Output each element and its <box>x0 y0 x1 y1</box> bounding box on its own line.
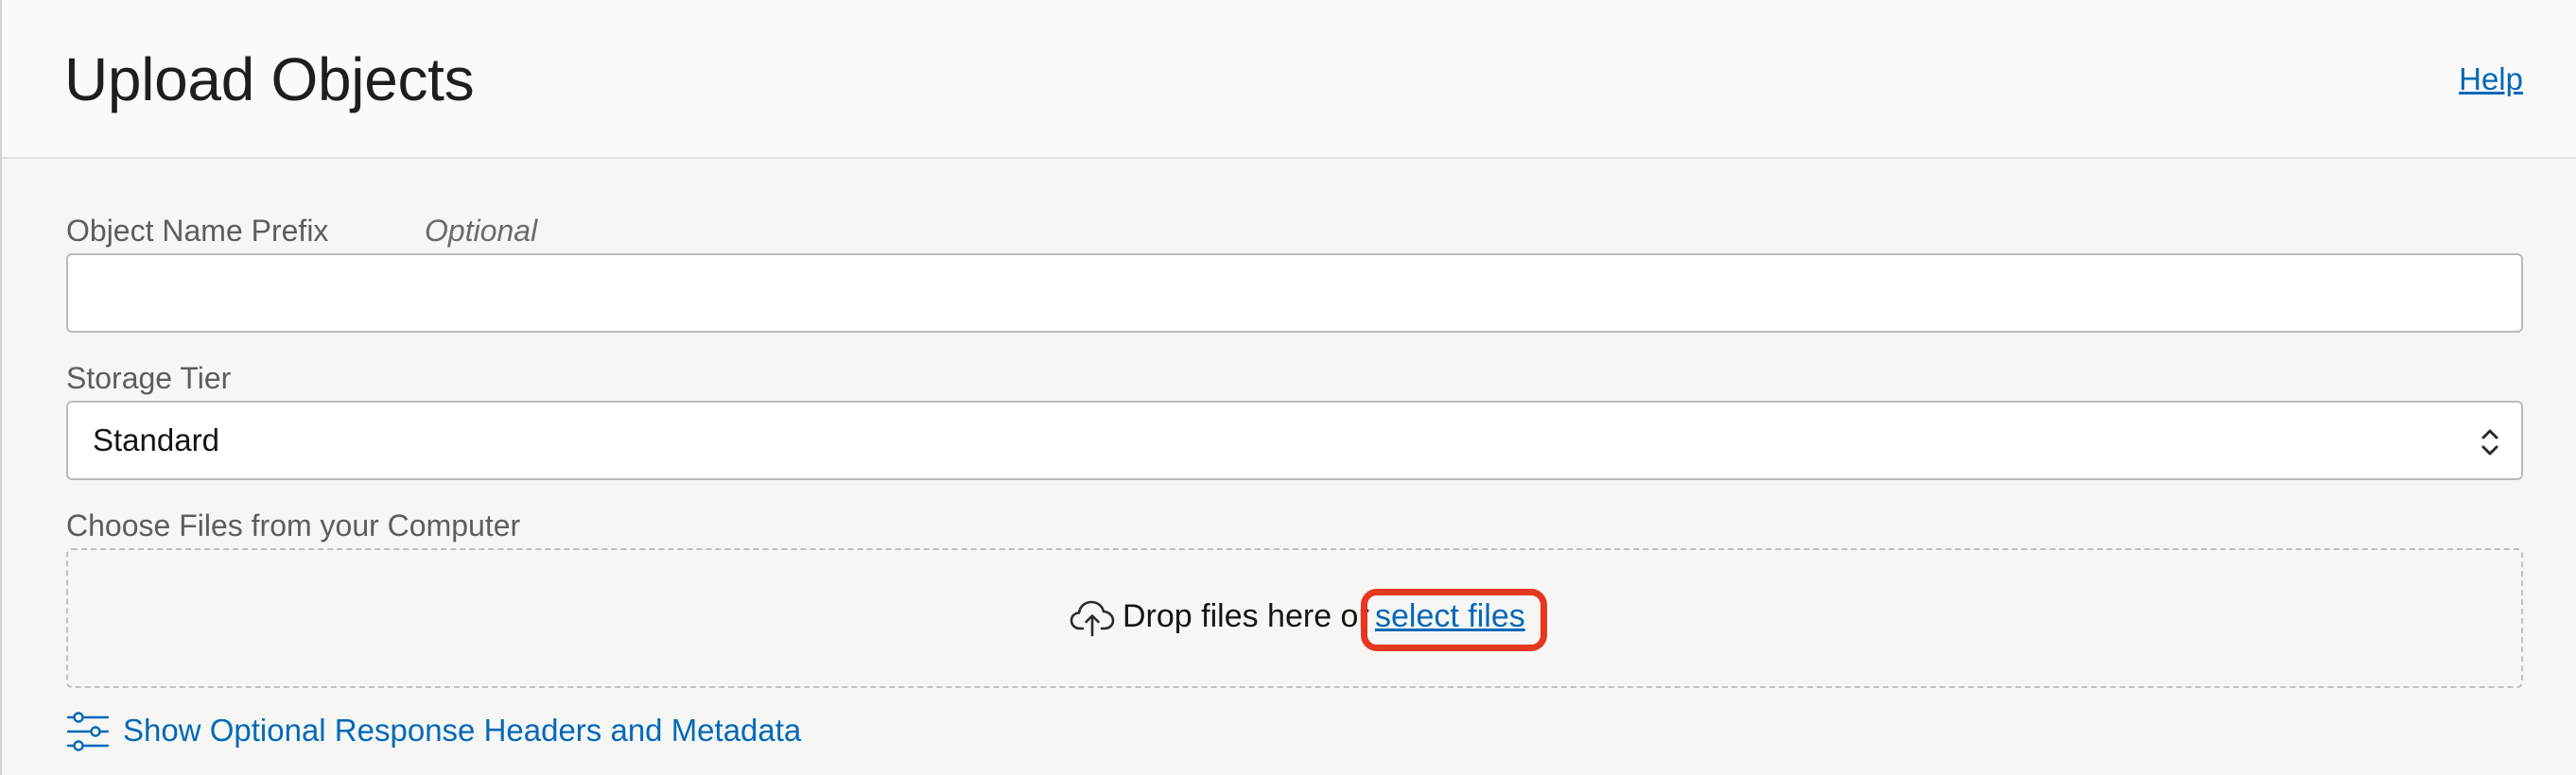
select-files-link[interactable]: select files <box>1375 596 1525 636</box>
storage-tier-select[interactable]: Standard <box>66 401 2523 480</box>
upload-objects-panel: Upload Objects Help Object Name Prefix O… <box>0 0 2576 775</box>
show-optional-headers-link[interactable]: Show Optional Response Headers and Metad… <box>123 712 801 749</box>
panel-header: Upload Objects Help <box>2 0 2576 159</box>
select-caret-icon <box>2481 429 2498 456</box>
object-name-prefix-label: Object Name Prefix <box>66 214 329 248</box>
object-name-prefix-input[interactable] <box>66 253 2523 333</box>
sliders-icon <box>66 712 110 751</box>
optional-hint: Optional <box>425 214 538 248</box>
drop-files-text: Drop files here or <box>1123 598 1369 634</box>
file-drop-zone[interactable]: Drop files here or select files <box>66 548 2523 688</box>
cloud-upload-icon <box>1070 600 1115 637</box>
help-link[interactable]: Help <box>2459 60 2523 98</box>
page-title: Upload Objects <box>64 45 475 113</box>
choose-files-label: Choose Files from your Computer <box>66 508 521 542</box>
storage-tier-selected-value: Standard <box>93 422 219 457</box>
storage-tier-label: Storage Tier <box>66 361 232 395</box>
